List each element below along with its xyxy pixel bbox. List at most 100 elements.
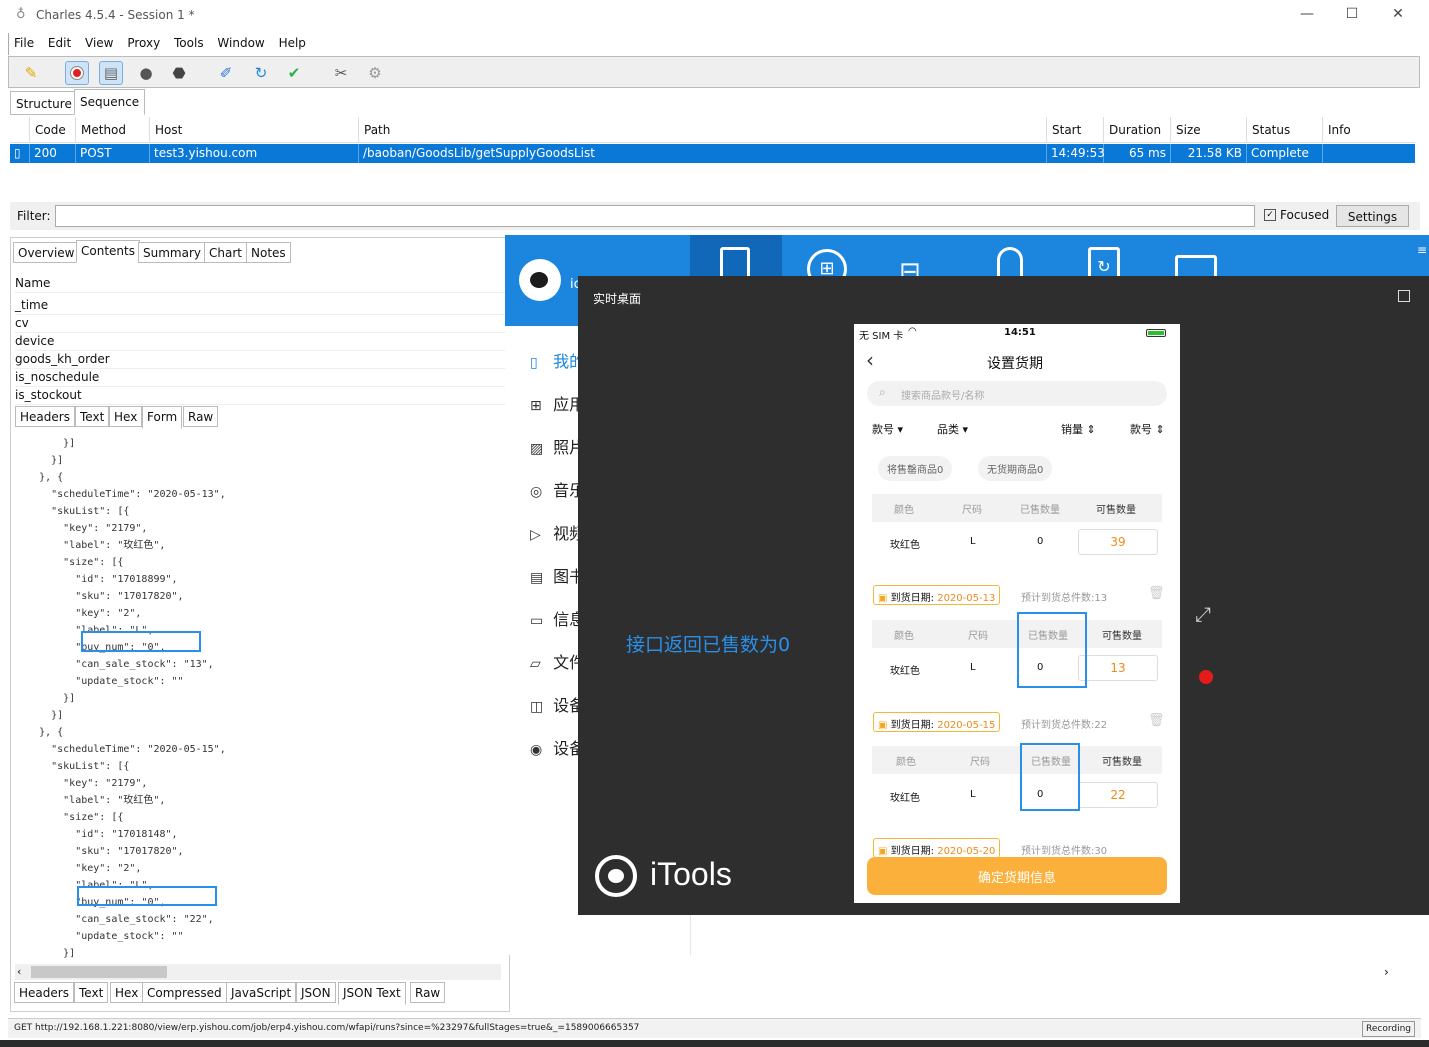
list-item[interactable]: is_noschedule	[15, 369, 505, 387]
tab-structure[interactable]: Structure	[10, 91, 78, 115]
filter-bar: Filter: ✓ Focused Settings	[10, 202, 1420, 230]
back-icon[interactable]: ‹	[866, 348, 874, 372]
available-stock-input[interactable]: 22	[1078, 782, 1158, 808]
expand-icon[interactable]: ⤢	[1195, 602, 1211, 626]
close-button[interactable]: ✕	[1388, 6, 1408, 24]
scroll-left-icon[interactable]: ‹	[17, 965, 21, 978]
resp-tab-javascript[interactable]: JavaScript	[226, 982, 297, 1003]
menu-icon[interactable]: ≡	[1417, 243, 1427, 257]
code-line: "can_sale_stock": "22",	[15, 914, 214, 925]
json-viewer[interactable]: }] }] }, { "scheduleTime": "2020-05-13",…	[15, 435, 503, 963]
sold-highlight-2	[1020, 743, 1080, 811]
sort-category[interactable]: 品类 ▾	[937, 421, 968, 437]
req-tab-text[interactable]: Text	[75, 406, 110, 427]
req-tab-raw[interactable]: Raw	[183, 406, 219, 427]
view-tabs: Structure Sequence	[10, 89, 1420, 115]
table-row[interactable]: ▯ 200 POST test3.yishou.com /baoban/Good…	[10, 144, 1415, 163]
list-item[interactable]: device	[15, 333, 505, 351]
tab-summary[interactable]: Summary	[138, 242, 206, 263]
recording-indicator[interactable]: Recording	[1362, 1021, 1416, 1037]
phone-icon: ▯	[530, 355, 538, 371]
menu-tools[interactable]: Tools	[169, 33, 209, 53]
list-item[interactable]: goods_kh_order	[15, 351, 505, 369]
maximize-icon[interactable]	[1398, 290, 1410, 302]
toolbar: ✎ ▤ ● ⬣ ✐ ↻ ✔ ✂ ⚙	[8, 56, 1420, 88]
calendar-icon: ▣	[878, 846, 888, 857]
scroll-thumb[interactable]	[31, 966, 167, 978]
available-stock-input[interactable]: 39	[1078, 529, 1158, 555]
trash-icon[interactable]: 🗑	[1148, 713, 1165, 728]
horizontal-scrollbar[interactable]: ‹	[15, 964, 501, 980]
refresh-icon[interactable]: ↻	[249, 61, 273, 85]
resp-tab-raw[interactable]: Raw	[410, 982, 446, 1003]
menu-window[interactable]: Window	[212, 33, 269, 53]
tab-sequence[interactable]: Sequence	[74, 89, 146, 115]
minimize-button[interactable]: —	[1297, 6, 1317, 24]
available-stock-input[interactable]: 13	[1078, 655, 1158, 681]
settings-button[interactable]: Settings	[1336, 205, 1409, 227]
list-item[interactable]: _time	[15, 297, 505, 315]
code-line: }, {	[15, 472, 64, 483]
search-input[interactable]: ⌕ 搜索商品款号/名称	[867, 381, 1167, 406]
tab-overview[interactable]: Overview	[13, 242, 80, 263]
itools-logo-text: iTools	[650, 856, 732, 892]
maximize-button[interactable]: ☐	[1342, 6, 1362, 24]
resp-tab-json[interactable]: JSON	[296, 982, 336, 1003]
menu-file[interactable]: File	[9, 33, 39, 53]
col-start[interactable]: Start	[1047, 117, 1104, 143]
menu-proxy[interactable]: Proxy	[122, 33, 165, 53]
broom-icon[interactable]: ✎	[19, 61, 43, 85]
col-size[interactable]: Size	[1171, 117, 1247, 143]
col-method[interactable]: Method	[76, 117, 150, 143]
battery-icon	[1146, 329, 1166, 337]
menu-view[interactable]: View	[80, 33, 118, 53]
req-tab-hex[interactable]: Hex	[109, 406, 143, 427]
pen-icon[interactable]: ✐	[214, 61, 238, 85]
col-info[interactable]: Info	[1323, 117, 1415, 143]
confirm-schedule-button[interactable]: 确定货期信息	[867, 857, 1167, 895]
tab-notes[interactable]: Notes	[246, 242, 291, 263]
filter-label: Filter:	[17, 209, 51, 223]
resp-tab-headers[interactable]: Headers	[14, 982, 74, 1003]
req-tab-headers[interactable]: Headers	[15, 406, 75, 427]
turtle-icon[interactable]: ●	[134, 61, 158, 85]
gear-icon[interactable]: ⚙	[363, 61, 387, 85]
col-code[interactable]: Code	[30, 117, 76, 143]
col-host[interactable]: Host	[150, 117, 359, 143]
sort-kuanhao[interactable]: 款号 ▾	[872, 421, 903, 437]
tab-contents[interactable]: Contents	[76, 240, 140, 263]
list-item[interactable]: cv	[15, 315, 505, 333]
req-tab-form[interactable]: Form	[142, 406, 183, 429]
sku-size: L	[970, 789, 976, 800]
record-icon[interactable]	[65, 61, 89, 85]
tools-icon[interactable]: ✂	[329, 61, 353, 85]
col-duration[interactable]: Duration	[1104, 117, 1171, 143]
menu-help[interactable]: Help	[274, 33, 311, 53]
chip-selling-out[interactable]: 将售罄商品0	[878, 456, 953, 481]
sku-size: L	[970, 662, 976, 673]
row-start: 14:49:53	[1047, 144, 1105, 163]
sort-kuanhao-2[interactable]: 款号 ⇕	[1130, 421, 1165, 437]
throttle-icon[interactable]: ▤	[99, 61, 123, 85]
tab-chart[interactable]: Chart	[204, 242, 247, 263]
col-status[interactable]: Status	[1247, 117, 1323, 143]
code-line: "update_stock": ""	[15, 931, 184, 942]
menu-edit[interactable]: Edit	[43, 33, 76, 53]
trash-icon[interactable]: 🗑	[1148, 586, 1165, 601]
col-path[interactable]: Path	[359, 117, 1047, 143]
status-url: GET http://192.168.1.221:8080/view/erp.y…	[14, 1023, 640, 1033]
resp-tab-json-text[interactable]: JSON Text	[338, 982, 406, 1005]
scroll-right-icon[interactable]: ›	[1384, 965, 1389, 979]
resp-tab-text[interactable]: Text	[74, 982, 109, 1003]
chip-no-schedule[interactable]: 无货期商品0	[978, 456, 1053, 481]
sort-sales[interactable]: 销量 ⇕	[1061, 421, 1096, 437]
record-dot-icon[interactable]	[1199, 670, 1213, 684]
stop-icon[interactable]: ⬣	[167, 61, 191, 85]
focused-checkbox[interactable]: ✓	[1264, 209, 1276, 221]
check-icon[interactable]: ✔	[282, 61, 306, 85]
forecast-total: 预计到货总件数:13	[1021, 593, 1108, 604]
resp-tab-compressed[interactable]: Compressed	[142, 982, 227, 1003]
list-item[interactable]: is_stockout	[15, 387, 505, 405]
filter-input[interactable]	[55, 205, 1255, 227]
resp-tab-hex[interactable]: Hex	[110, 982, 144, 1003]
